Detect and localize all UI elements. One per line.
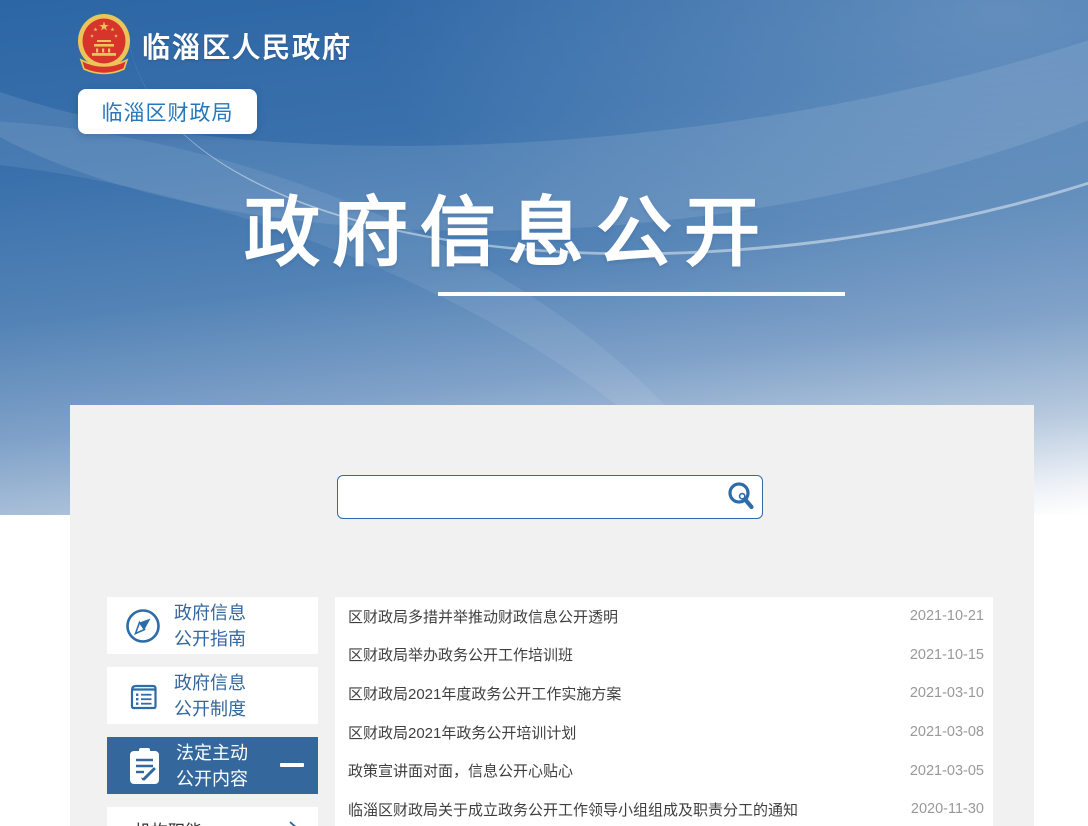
- news-list-item[interactable]: 区财政局多措并举推动财政信息公开透明 2021-10-21: [335, 597, 993, 636]
- department-badge-label: 临淄区财政局: [101, 101, 234, 125]
- news-list-item[interactable]: 政策宣讲面对面，信息公开心贴心 2021-03-05: [335, 751, 993, 790]
- search-box: [337, 475, 763, 519]
- sidebar-item-label: 政府信息 公开指南: [174, 602, 246, 649]
- minus-icon[interactable]: [280, 763, 304, 767]
- national-emblem-icon: [78, 14, 130, 75]
- search-magnifier-icon: [728, 482, 754, 510]
- sidebar-item-disclosure-guide[interactable]: 政府信息 公开指南: [107, 597, 318, 654]
- clipboard-pen-icon: [130, 747, 159, 784]
- compass-icon: [126, 608, 160, 643]
- sidebar-subitem-agency-functions[interactable]: 机构职能: [107, 807, 318, 826]
- search-button[interactable]: [722, 478, 760, 516]
- news-item-date: 2020-11-30: [910, 801, 984, 818]
- site-title: 临淄区人民政府: [142, 32, 353, 63]
- search-input[interactable]: [338, 476, 722, 518]
- title-underline: [438, 292, 845, 296]
- page-title: 政府信息公开: [244, 191, 772, 276]
- news-list-item[interactable]: 区财政局2021年度政务公开工作实施方案 2021-03-10: [335, 674, 993, 713]
- news-item-title[interactable]: 区财政局举办政务公开工作培训班: [348, 644, 573, 665]
- notebook-icon: [130, 684, 157, 709]
- submenu-label: 机构职能: [134, 817, 202, 826]
- news-item-date: 2021-10-15: [909, 646, 984, 663]
- sidebar-item-disclosure-system[interactable]: 政府信息 公开制度: [107, 667, 318, 724]
- news-item-title[interactable]: 临淄区财政局关于成立政务公开工作领导小组组成及职责分工的通知: [348, 799, 798, 820]
- department-badge[interactable]: 临淄区财政局: [78, 89, 257, 134]
- news-item-title[interactable]: 区财政局2021年度政务公开工作实施方案: [348, 683, 621, 704]
- sidebar-item-label: 政府信息 公开制度: [174, 672, 246, 719]
- sidebar-item-label: 法定主动 公开内容: [176, 742, 248, 789]
- news-item-title[interactable]: 区财政局多措并举推动财政信息公开透明: [348, 606, 618, 627]
- news-list: 区财政局多措并举推动财政信息公开透明 2021-10-21 区财政局举办政务公开…: [335, 597, 993, 826]
- page: 临淄区人民政府 临淄区财政局 政府信息公开 政府信息 公开指南 政府信息 公开制…: [0, 0, 1088, 826]
- news-item-date: 2021-03-08: [909, 724, 984, 741]
- news-list-item[interactable]: 区财政局举办政务公开工作培训班 2021-10-15: [335, 636, 993, 675]
- news-list-item[interactable]: 区财政局2021年政务公开培训计划 2021-03-08: [335, 713, 993, 752]
- content-panel: 政府信息 公开指南 政府信息 公开制度 法定主动 公开内容 区财政局多措并举推动…: [70, 405, 1034, 826]
- chevron-right-icon: [289, 821, 296, 826]
- news-item-title[interactable]: 区财政局2021年政务公开培训计划: [348, 722, 576, 743]
- news-item-date: 2021-03-05: [909, 762, 984, 779]
- sidebar-item-statutory-disclosure[interactable]: 法定主动 公开内容: [107, 737, 318, 794]
- news-item-date: 2021-03-10: [909, 685, 984, 702]
- sidebar-menu: 政府信息 公开指南 政府信息 公开制度 法定主动 公开内容: [107, 597, 318, 826]
- site-brand[interactable]: 临淄区人民政府: [75, 13, 352, 79]
- news-list-item[interactable]: 临淄区财政局关于成立政务公开工作领导小组组成及职责分工的通知 2020-11-3…: [335, 790, 993, 826]
- news-item-title[interactable]: 政策宣讲面对面，信息公开心贴心: [348, 760, 573, 781]
- news-item-date: 2021-10-21: [909, 608, 984, 625]
